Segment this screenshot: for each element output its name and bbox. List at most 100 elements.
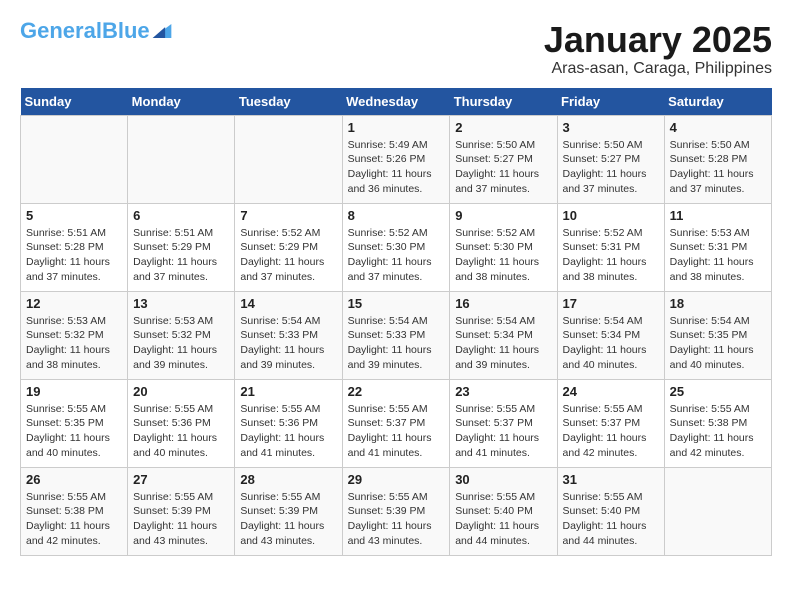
calendar-cell: 25 Sunrise: 5:55 AMSunset: 5:38 PMDayligh… (664, 379, 771, 467)
logo-blue: Blue (102, 18, 150, 43)
day-info: Sunrise: 5:51 AMSunset: 5:28 PMDaylight:… (26, 226, 122, 285)
calendar-table: SundayMondayTuesdayWednesdayThursdayFrid… (20, 88, 772, 556)
day-number: 20 (133, 384, 229, 399)
calendar-cell: 15 Sunrise: 5:54 AMSunset: 5:33 PMDayligh… (342, 291, 450, 379)
day-number: 8 (348, 208, 445, 223)
day-number: 26 (26, 472, 122, 487)
calendar-week-row: 19 Sunrise: 5:55 AMSunset: 5:35 PMDayligh… (21, 379, 772, 467)
calendar-cell: 23Sunrise: 5:55 AMSunset: 5:37 PMDayligh… (450, 379, 557, 467)
day-info: Sunrise: 5:55 AMSunset: 5:39 PMDaylight:… (133, 490, 229, 549)
month-title: January 2025 (544, 20, 772, 60)
day-number: 31 (563, 472, 659, 487)
day-info: Sunrise: 5:54 AMSunset: 5:34 PMDaylight:… (455, 314, 551, 373)
day-header: Tuesday (235, 88, 342, 116)
calendar-cell: 6 Sunrise: 5:51 AMSunset: 5:29 PMDaylight… (128, 203, 235, 291)
day-number: 14 (240, 296, 336, 311)
day-header: Thursday (450, 88, 557, 116)
day-number: 25 (670, 384, 766, 399)
day-number: 10 (563, 208, 659, 223)
title-block: January 2025 Aras-asan, Caraga, Philippi… (544, 20, 772, 78)
calendar-cell: 18 Sunrise: 5:54 AMSunset: 5:35 PMDayligh… (664, 291, 771, 379)
day-number: 1 (348, 120, 445, 135)
day-number: 19 (26, 384, 122, 399)
calendar-cell (21, 115, 128, 203)
day-info: Sunrise: 5:55 AMSunset: 5:40 PMDaylight:… (563, 490, 659, 549)
day-number: 5 (26, 208, 122, 223)
logo: GeneralBlue (20, 20, 172, 42)
calendar-cell: 22Sunrise: 5:55 AMSunset: 5:37 PMDayligh… (342, 379, 450, 467)
calendar-cell: 31 Sunrise: 5:55 AMSunset: 5:40 PMDayligh… (557, 467, 664, 555)
day-info: Sunrise: 5:55 AMSunset: 5:38 PMDaylight:… (670, 402, 766, 461)
calendar-week-row: 1 Sunrise: 5:49 AMSunset: 5:26 PMDaylight… (21, 115, 772, 203)
logo-text: GeneralBlue (20, 20, 150, 42)
calendar-cell: 11 Sunrise: 5:53 AMSunset: 5:31 PMDayligh… (664, 203, 771, 291)
calendar-cell: 13Sunrise: 5:53 AMSunset: 5:32 PMDayligh… (128, 291, 235, 379)
calendar-cell: 5 Sunrise: 5:51 AMSunset: 5:28 PMDaylight… (21, 203, 128, 291)
day-info: Sunrise: 5:50 AMSunset: 5:28 PMDaylight:… (670, 138, 766, 197)
day-number: 23 (455, 384, 551, 399)
day-number: 3 (563, 120, 659, 135)
day-number: 27 (133, 472, 229, 487)
day-header: Saturday (664, 88, 771, 116)
day-info: Sunrise: 5:54 AMSunset: 5:33 PMDaylight:… (240, 314, 336, 373)
calendar-cell: 12 Sunrise: 5:53 AMSunset: 5:32 PMDayligh… (21, 291, 128, 379)
day-number: 17 (563, 296, 659, 311)
calendar-cell (664, 467, 771, 555)
day-info: Sunrise: 5:52 AMSunset: 5:31 PMDaylight:… (563, 226, 659, 285)
calendar-cell (235, 115, 342, 203)
day-info: Sunrise: 5:52 AMSunset: 5:29 PMDaylight:… (240, 226, 336, 285)
day-number: 11 (670, 208, 766, 223)
day-info: Sunrise: 5:53 AMSunset: 5:32 PMDaylight:… (26, 314, 122, 373)
calendar-cell: 24Sunrise: 5:55 AMSunset: 5:37 PMDayligh… (557, 379, 664, 467)
day-number: 16 (455, 296, 551, 311)
day-info: Sunrise: 5:49 AMSunset: 5:26 PMDaylight:… (348, 138, 445, 197)
day-number: 15 (348, 296, 445, 311)
day-number: 9 (455, 208, 551, 223)
day-info: Sunrise: 5:55 AMSunset: 5:39 PMDaylight:… (348, 490, 445, 549)
day-number: 28 (240, 472, 336, 487)
day-number: 2 (455, 120, 551, 135)
calendar-cell: 7Sunrise: 5:52 AMSunset: 5:29 PMDaylight… (235, 203, 342, 291)
day-number: 29 (348, 472, 445, 487)
calendar-cell: 21 Sunrise: 5:55 AMSunset: 5:36 PMDayligh… (235, 379, 342, 467)
day-info: Sunrise: 5:54 AMSunset: 5:34 PMDaylight:… (563, 314, 659, 373)
day-info: Sunrise: 5:54 AMSunset: 5:35 PMDaylight:… (670, 314, 766, 373)
calendar-cell: 3 Sunrise: 5:50 AMSunset: 5:27 PMDaylight… (557, 115, 664, 203)
day-info: Sunrise: 5:55 AMSunset: 5:39 PMDaylight:… (240, 490, 336, 549)
calendar-cell: 20Sunrise: 5:55 AMSunset: 5:36 PMDayligh… (128, 379, 235, 467)
day-number: 12 (26, 296, 122, 311)
calendar-cell: 27 Sunrise: 5:55 AMSunset: 5:39 PMDayligh… (128, 467, 235, 555)
calendar-cell: 8Sunrise: 5:52 AMSunset: 5:30 PMDaylight… (342, 203, 450, 291)
page-header: GeneralBlue January 2025 Aras-asan, Cara… (20, 20, 772, 78)
day-info: Sunrise: 5:51 AMSunset: 5:29 PMDaylight:… (133, 226, 229, 285)
calendar-week-row: 5 Sunrise: 5:51 AMSunset: 5:28 PMDaylight… (21, 203, 772, 291)
logo-icon (152, 24, 172, 38)
day-info: Sunrise: 5:50 AMSunset: 5:27 PMDaylight:… (455, 138, 551, 197)
calendar-cell: 14 Sunrise: 5:54 AMSunset: 5:33 PMDayligh… (235, 291, 342, 379)
day-number: 6 (133, 208, 229, 223)
calendar-cell: 10 Sunrise: 5:52 AMSunset: 5:31 PMDayligh… (557, 203, 664, 291)
day-info: Sunrise: 5:52 AMSunset: 5:30 PMDaylight:… (455, 226, 551, 285)
day-info: Sunrise: 5:55 AMSunset: 5:35 PMDaylight:… (26, 402, 122, 461)
day-number: 4 (670, 120, 766, 135)
calendar-cell: 9 Sunrise: 5:52 AMSunset: 5:30 PMDaylight… (450, 203, 557, 291)
day-info: Sunrise: 5:55 AMSunset: 5:38 PMDaylight:… (26, 490, 122, 549)
day-number: 30 (455, 472, 551, 487)
calendar-cell: 16 Sunrise: 5:54 AMSunset: 5:34 PMDayligh… (450, 291, 557, 379)
calendar-week-row: 26 Sunrise: 5:55 AMSunset: 5:38 PMDayligh… (21, 467, 772, 555)
day-info: Sunrise: 5:53 AMSunset: 5:31 PMDaylight:… (670, 226, 766, 285)
day-info: Sunrise: 5:55 AMSunset: 5:37 PMDaylight:… (348, 402, 445, 461)
day-info: Sunrise: 5:54 AMSunset: 5:33 PMDaylight:… (348, 314, 445, 373)
calendar-header-row: SundayMondayTuesdayWednesdayThursdayFrid… (21, 88, 772, 116)
day-number: 24 (563, 384, 659, 399)
day-number: 21 (240, 384, 336, 399)
day-number: 18 (670, 296, 766, 311)
calendar-cell: 26 Sunrise: 5:55 AMSunset: 5:38 PMDayligh… (21, 467, 128, 555)
location: Aras-asan, Caraga, Philippines (544, 60, 772, 78)
day-info: Sunrise: 5:55 AMSunset: 5:36 PMDaylight:… (240, 402, 336, 461)
calendar-cell: 30Sunrise: 5:55 AMSunset: 5:40 PMDayligh… (450, 467, 557, 555)
day-header: Friday (557, 88, 664, 116)
logo-general: General (20, 18, 102, 43)
day-info: Sunrise: 5:50 AMSunset: 5:27 PMDaylight:… (563, 138, 659, 197)
day-header: Wednesday (342, 88, 450, 116)
